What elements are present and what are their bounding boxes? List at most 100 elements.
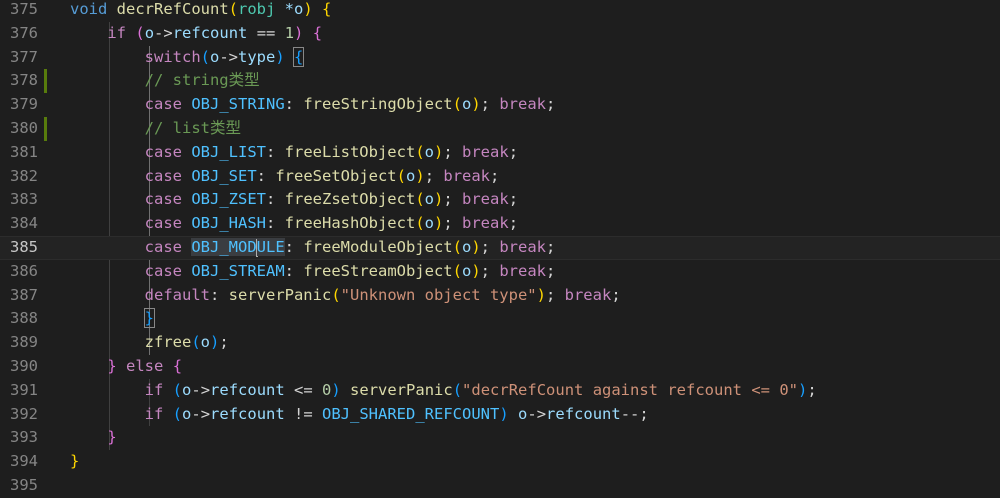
code-line[interactable]: 380 // list类型 (0, 117, 1000, 141)
code-line[interactable]: 386 case OBJ_STREAM: freeStreamObject(o)… (0, 260, 1000, 284)
code-line[interactable]: 378 // string类型 (0, 69, 1000, 94)
line-number[interactable]: 382 (0, 165, 38, 189)
code-token: ) (471, 95, 481, 114)
code-line[interactable]: 387 default: serverPanic("Unknown object… (0, 284, 1000, 308)
code-token: o (294, 0, 304, 18)
code-token: } (70, 452, 80, 471)
code-token: serverPanic (228, 285, 332, 304)
code-token: o (424, 142, 434, 161)
code-token: break (462, 214, 509, 233)
line-number[interactable]: 390 (0, 355, 38, 379)
code-line[interactable]: 391 if (o->refcount <= 0) serverPanic("d… (0, 379, 1000, 403)
code-line[interactable]: 388 } (0, 307, 1000, 331)
line-number[interactable]: 375 (0, 0, 38, 22)
code-token: o (210, 47, 220, 66)
code-line[interactable]: 385 case OBJ_MODULE: freeModuleObject(o)… (0, 236, 1000, 260)
code-token: ( (452, 95, 462, 114)
modified-line-marker[interactable] (44, 117, 47, 141)
line-number[interactable]: 381 (0, 141, 38, 165)
code-token: ; (443, 214, 463, 233)
code-line[interactable]: 383 case OBJ_ZSET: freeZsetObject(o); br… (0, 188, 1000, 212)
code-token: ( (396, 166, 406, 185)
code-token: ) (434, 214, 444, 233)
code-token: if (144, 380, 164, 399)
line-number[interactable]: 377 (0, 46, 38, 70)
code-token: o (461, 261, 472, 280)
code-text: case OBJ_SET: freeSetObject(o); break; (70, 165, 500, 189)
modified-line-marker[interactable] (44, 69, 47, 94)
code-token: ( (172, 404, 183, 423)
code-token: ) (275, 47, 285, 66)
code-line[interactable]: 389 zfree(o); (0, 331, 1000, 355)
line-number[interactable]: 384 (0, 212, 38, 236)
code-token: } (143, 308, 156, 329)
line-number[interactable]: 378 (0, 69, 38, 93)
code-line[interactable]: 392 if (o->refcount != OBJ_SHARED_REFCOU… (0, 403, 1000, 427)
line-number[interactable]: 383 (0, 188, 38, 212)
code-token: ) (294, 23, 304, 42)
code-token: ; (219, 333, 229, 352)
line-number[interactable]: 389 (0, 331, 38, 355)
code-token: ) (434, 142, 444, 161)
code-token: o (424, 190, 434, 209)
code-token: case (144, 166, 182, 185)
line-number[interactable]: 385 (0, 237, 38, 259)
code-line[interactable]: 379 case OBJ_STRING: freeStringObject(o)… (0, 93, 1000, 117)
code-line[interactable]: 382 case OBJ_SET: freeSetObject(o); brea… (0, 165, 1000, 189)
code-token: zfree (144, 333, 192, 352)
code-token: decrRefCount (116, 0, 229, 18)
code-token: ; (611, 285, 621, 304)
line-number[interactable]: 392 (0, 403, 38, 427)
code-token: ( (200, 47, 210, 66)
code-token: if (107, 23, 126, 42)
code-line[interactable]: 393 } (0, 426, 1000, 450)
code-token: refcount (546, 404, 621, 423)
code-line[interactable]: 377 switch(o->type) { (0, 46, 1000, 70)
code-line[interactable]: 381 case OBJ_LIST: freeListObject(o); br… (0, 141, 1000, 165)
code-token: ; (546, 95, 556, 114)
code-token: -> (219, 47, 239, 66)
code-token: ( (452, 261, 462, 280)
code-token: OBJ_HASH (191, 214, 266, 233)
line-number[interactable]: 393 (0, 426, 38, 450)
line-number[interactable]: 391 (0, 379, 38, 403)
code-token: ) (434, 190, 444, 209)
line-number[interactable]: 394 (0, 450, 38, 474)
code-token: refcount (210, 380, 285, 399)
code-token: == (247, 23, 285, 42)
code-token: refcount (172, 23, 248, 42)
code-line[interactable]: 395 (0, 474, 1000, 498)
code-token: != (284, 404, 323, 423)
code-editor[interactable]: 375 void decrRefCount(robj *o) {376 if (o… (0, 0, 1000, 494)
code-line[interactable]: 375 void decrRefCount(robj *o) { (0, 0, 1000, 22)
code-token: o (406, 166, 416, 185)
line-number[interactable]: 387 (0, 284, 38, 308)
code-token: ; (545, 285, 565, 304)
line-number[interactable]: 388 (0, 307, 38, 331)
code-token: OBJ_ZSET (191, 190, 266, 209)
code-line[interactable]: 394} (0, 450, 1000, 474)
line-number[interactable]: 386 (0, 260, 38, 284)
line-number[interactable]: 379 (0, 93, 38, 117)
code-text: case OBJ_HASH: freeHashObject(o); break; (70, 212, 518, 236)
line-number[interactable]: 395 (0, 474, 38, 498)
code-line[interactable]: 384 case OBJ_HASH: freeHashObject(o); br… (0, 212, 1000, 236)
line-number[interactable]: 376 (0, 22, 38, 46)
code-line[interactable]: 390 } else { (0, 355, 1000, 379)
code-text: // list类型 (70, 117, 241, 141)
code-line[interactable]: 376 if (o->refcount == 1) { (0, 22, 1000, 46)
code-token: <= (284, 380, 323, 399)
code-token: ) (415, 166, 425, 185)
code-token: ( (415, 214, 425, 233)
line-number[interactable]: 380 (0, 117, 38, 141)
